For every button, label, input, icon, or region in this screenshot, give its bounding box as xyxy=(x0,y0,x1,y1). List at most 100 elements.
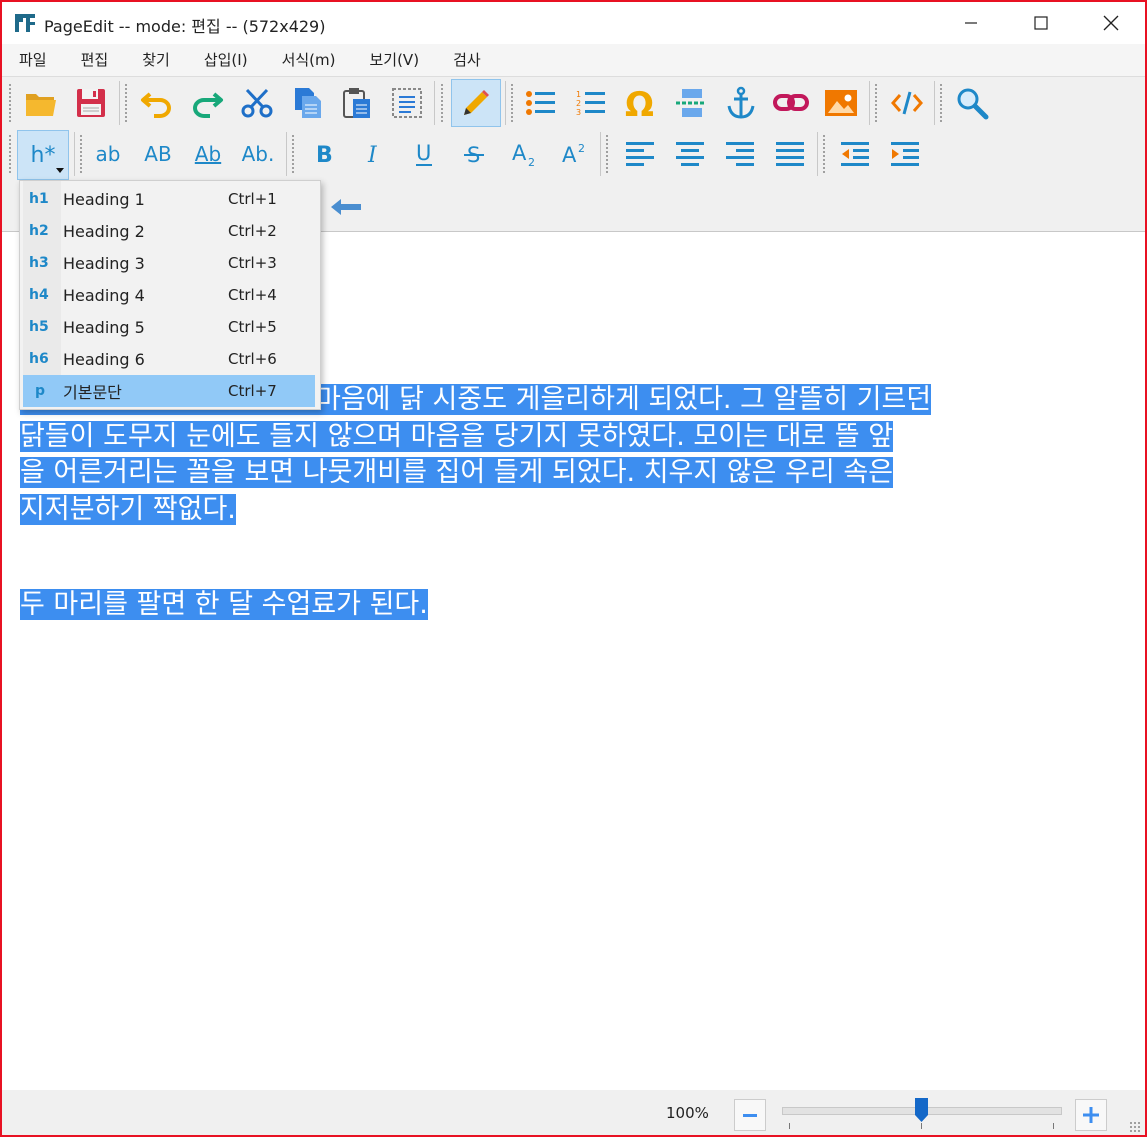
insert-break-button[interactable] xyxy=(669,81,713,125)
menu-item-paragraph[interactable]: p 기본문단 Ctrl+7 xyxy=(23,375,315,407)
heading-dropdown-button[interactable]: h* xyxy=(17,130,69,180)
back-button[interactable] xyxy=(324,185,368,229)
code-view-button[interactable] xyxy=(885,81,929,125)
minimize-button[interactable] xyxy=(936,2,1006,44)
undo-button[interactable] xyxy=(135,81,179,125)
copy-icon xyxy=(295,88,321,118)
align-center-button[interactable] xyxy=(668,132,712,176)
close-button[interactable] xyxy=(1076,2,1145,44)
toolbar-grip[interactable] xyxy=(874,83,878,123)
menu-item-heading-2[interactable]: h2 Heading 2 Ctrl+2 xyxy=(23,215,315,247)
insert-link-button[interactable] xyxy=(769,81,813,125)
menu-item-heading-4[interactable]: h4 Heading 4 Ctrl+4 xyxy=(23,279,315,311)
subscript-icon: A2 xyxy=(512,141,535,168)
insert-anchor-button[interactable] xyxy=(719,81,763,125)
toolbar-grip[interactable] xyxy=(291,134,295,174)
align-justify-button[interactable] xyxy=(768,132,812,176)
align-right-button[interactable] xyxy=(718,132,762,176)
menu-item-heading-1[interactable]: h1 Heading 1 Ctrl+1 xyxy=(23,183,315,215)
heading-label: Heading 3 xyxy=(63,253,145,273)
zoom-in-button[interactable] xyxy=(1075,1099,1107,1131)
edit-mode-button[interactable] xyxy=(451,79,501,127)
zoom-level: 100% xyxy=(666,1104,709,1122)
bullet-list-button[interactable] xyxy=(519,81,563,125)
heading-shortcut: Ctrl+4 xyxy=(228,286,277,304)
insert-image-button[interactable] xyxy=(819,81,863,125)
lowercase-button[interactable]: ab xyxy=(86,132,130,176)
uppercase-button[interactable]: AB xyxy=(136,132,180,176)
svg-text:Ω: Ω xyxy=(625,86,654,120)
sentencecase-label: Ab. xyxy=(241,142,275,166)
menu-insert[interactable]: 삽입(I) xyxy=(187,44,265,76)
heading-tag: h4 xyxy=(29,287,49,303)
increase-indent-button[interactable] xyxy=(883,132,927,176)
menu-item-heading-6[interactable]: h6 Heading 6 Ctrl+6 xyxy=(23,343,315,375)
zoom-out-button[interactable] xyxy=(734,1099,766,1131)
toolbar-grip[interactable] xyxy=(939,83,943,123)
toolbar-grip[interactable] xyxy=(8,83,12,123)
insert-special-char-button[interactable]: Ω xyxy=(619,81,663,125)
toolbar-separator xyxy=(600,132,601,176)
resize-grip[interactable] xyxy=(1129,1121,1141,1133)
align-left-button[interactable] xyxy=(618,132,662,176)
toolbar-grip[interactable] xyxy=(124,83,128,123)
select-all-button[interactable] xyxy=(385,81,429,125)
cut-button[interactable] xyxy=(235,81,279,125)
folder-open-icon xyxy=(26,94,56,116)
superscript-icon: A2 xyxy=(562,142,585,167)
menu-file[interactable]: 파일 xyxy=(2,44,64,76)
window-title: PageEdit -- mode: 편집 -- (572x429) xyxy=(44,17,326,36)
numbered-list-button[interactable]: 123 xyxy=(569,81,613,125)
toolbar-grip[interactable] xyxy=(605,134,609,174)
copy-button[interactable] xyxy=(285,81,329,125)
menu-check[interactable]: 검사 xyxy=(436,44,498,76)
superscript-button[interactable]: A2 xyxy=(552,132,596,176)
numbered-list-icon: 123 xyxy=(576,90,605,117)
open-button[interactable] xyxy=(19,81,63,125)
menu-item-heading-5[interactable]: h5 Heading 5 Ctrl+5 xyxy=(23,311,315,343)
select-all-icon xyxy=(392,88,422,118)
floppy-save-icon xyxy=(77,89,105,117)
zoom-slider-thumb[interactable] xyxy=(914,1098,928,1122)
toolbar-grip[interactable] xyxy=(510,83,514,123)
underline-button[interactable]: U xyxy=(402,132,446,176)
maximize-button[interactable] xyxy=(1006,2,1076,44)
heading-shortcut: Ctrl+5 xyxy=(228,318,277,336)
strikethrough-button[interactable]: S xyxy=(452,132,496,176)
decrease-indent-button[interactable] xyxy=(833,132,877,176)
heading-shortcut: Ctrl+3 xyxy=(228,254,277,272)
slider-tick xyxy=(921,1123,922,1129)
paste-button[interactable] xyxy=(335,81,379,125)
strikethrough-icon: S xyxy=(464,143,484,166)
sentencecase-button[interactable]: Ab. xyxy=(236,132,280,176)
toolbar-grip[interactable] xyxy=(79,134,83,174)
svg-text:U: U xyxy=(416,141,431,165)
minus-icon xyxy=(743,1114,757,1117)
clipboard-paste-icon xyxy=(343,88,370,118)
menu-format[interactable]: 서식(m) xyxy=(265,44,353,76)
heading-dropdown-menu: h1 Heading 1 Ctrl+1 h2 Heading 2 Ctrl+2 … xyxy=(19,180,321,410)
search-button[interactable] xyxy=(950,81,994,125)
menu-item-heading-3[interactable]: h3 Heading 3 Ctrl+3 xyxy=(23,247,315,279)
arrow-left-icon xyxy=(331,199,361,215)
save-button[interactable] xyxy=(69,81,113,125)
heading-label: Heading 6 xyxy=(63,349,145,369)
slider-tick xyxy=(1053,1123,1054,1129)
redo-button[interactable] xyxy=(185,81,229,125)
italic-button[interactable]: I xyxy=(352,132,396,176)
heading-tag: h6 xyxy=(29,351,49,367)
toolbar-grip[interactable] xyxy=(440,83,444,123)
title-bar: PageEdit -- mode: 편집 -- (572x429) xyxy=(2,2,1145,44)
toolbar-grip[interactable] xyxy=(8,134,12,174)
heading-tag: h1 xyxy=(29,191,49,207)
menu-view[interactable]: 보기(V) xyxy=(352,44,436,76)
paragraph-2[interactable]: 두 마리를 팔면 한 달 수업료가 된다. xyxy=(20,587,428,624)
titlecase-button[interactable]: Ab xyxy=(186,132,230,176)
bold-button[interactable]: B xyxy=(302,132,346,176)
format-toolbar: h* ab AB Ab Ab. B I U S A2 A2 xyxy=(2,128,1145,180)
subscript-button[interactable]: A2 xyxy=(502,132,546,176)
toolbar-grip[interactable] xyxy=(822,134,826,174)
menu-find[interactable]: 찾기 xyxy=(125,44,187,76)
menu-edit[interactable]: 편집 xyxy=(64,44,126,76)
toolbar-separator xyxy=(505,81,506,125)
